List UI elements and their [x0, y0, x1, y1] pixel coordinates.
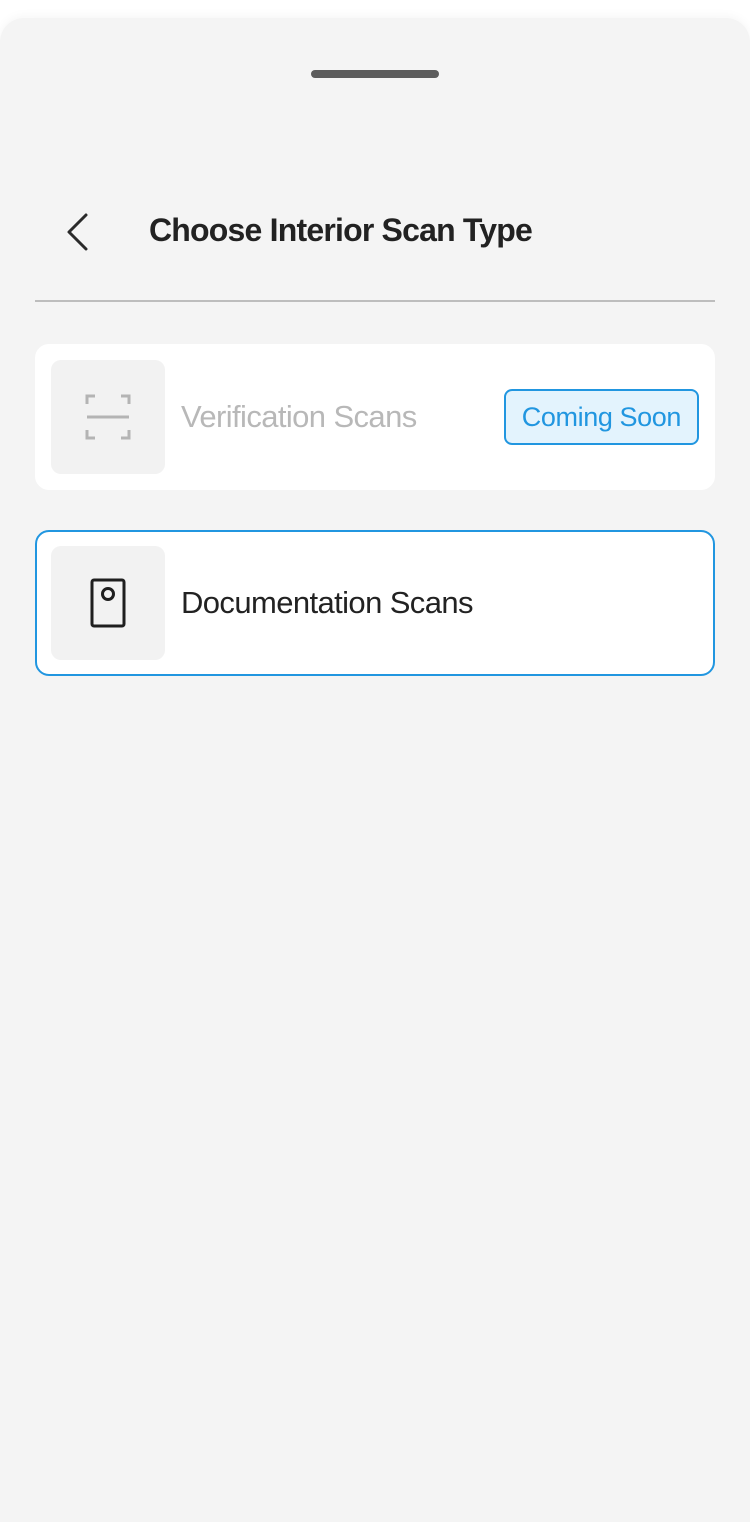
- documentation-icon-tile: [51, 546, 165, 660]
- documentation-scans-label: Documentation Scans: [181, 585, 473, 620]
- page-title: Choose Interior Scan Type: [149, 212, 533, 248]
- scan-frame-icon: [85, 394, 131, 440]
- bottom-sheet: Choose Interior Scan Type Verification S…: [0, 18, 750, 1522]
- verification-scans-label: Verification Scans: [181, 399, 417, 434]
- header: Choose Interior Scan Type: [35, 192, 715, 272]
- chevron-left-icon: [67, 213, 88, 251]
- coming-soon-badge: Coming Soon: [503, 389, 699, 445]
- drag-handle[interactable]: [311, 70, 439, 78]
- verification-scans-option[interactable]: Verification Scans Coming Soon: [35, 344, 715, 490]
- back-button[interactable]: [57, 208, 97, 256]
- document-icon: [90, 578, 126, 628]
- header-divider: [35, 300, 715, 302]
- verification-icon-tile: [51, 360, 165, 474]
- documentation-scans-option[interactable]: Documentation Scans: [35, 530, 715, 676]
